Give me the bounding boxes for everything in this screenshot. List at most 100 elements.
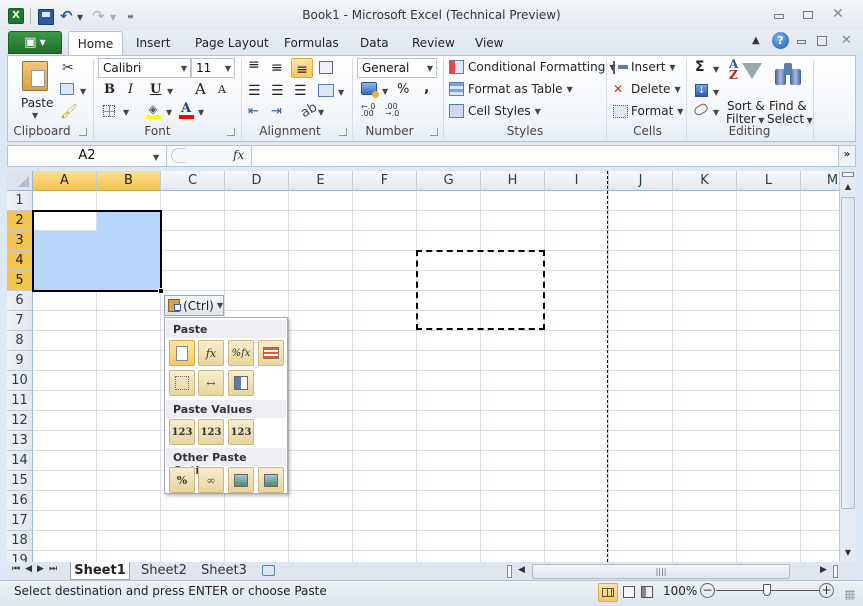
select-all-button[interactable] — [7, 171, 33, 191]
orientation-dropdown-icon[interactable]: ▼ — [318, 108, 324, 117]
zoom-out-button[interactable]: − — [700, 583, 715, 598]
transpose-icon[interactable] — [228, 370, 254, 396]
column-header-c[interactable]: C — [161, 171, 225, 191]
horizontal-scroll-thumb[interactable]: |||| — [532, 564, 790, 579]
insert-sheet-icon[interactable] — [262, 565, 275, 576]
expand-formula-bar-button[interactable]: » — [838, 146, 855, 166]
scroll-right-button[interactable]: ▶ — [820, 565, 827, 575]
first-sheet-icon[interactable]: ⏮ — [12, 564, 25, 574]
align-center-icon[interactable]: ☰ — [271, 83, 284, 99]
insert-cells-button[interactable]: Insert ▼ — [613, 60, 676, 74]
clipboard-launcher-icon[interactable] — [79, 128, 87, 136]
workbook-close-button[interactable]: ✕ — [841, 33, 852, 48]
row-header-16[interactable]: 16 — [7, 491, 33, 511]
row-header-2[interactable]: 2 — [7, 211, 33, 231]
formulas-icon[interactable]: fx — [198, 340, 224, 366]
zoom-in-button[interactable]: + — [819, 583, 834, 598]
paste-button[interactable]: Paste ▼ — [18, 59, 56, 121]
row-header-6[interactable]: 6 — [7, 291, 33, 311]
merge-dropdown-icon[interactable]: ▼ — [338, 88, 344, 97]
align-bottom-icon[interactable]: ≡ — [291, 58, 313, 78]
number-format-combo[interactable]: General ▼ — [357, 58, 437, 78]
increase-indent-icon[interactable]: ⇥ — [271, 104, 282, 119]
percent-style-button[interactable]: % — [397, 82, 409, 97]
fill-dropdown-icon[interactable]: ▼ — [713, 88, 719, 97]
sheet-tab-sheet2[interactable]: Sheet2 — [141, 563, 187, 579]
column-header-g[interactable]: G — [417, 171, 481, 191]
tab-formulas[interactable]: Formulas — [284, 36, 339, 50]
sheet-tab-sheet3[interactable]: Sheet3 — [201, 563, 247, 579]
paste-options-button[interactable]: (Ctrl) ▼ — [164, 295, 224, 316]
row-header-1[interactable]: 1 — [7, 191, 33, 211]
workbook-minimize-button[interactable] — [797, 40, 806, 44]
copy-icon[interactable] — [60, 83, 74, 95]
tab-review[interactable]: Review — [412, 36, 455, 50]
column-header-d[interactable]: D — [225, 171, 289, 191]
conditional-formatting-button[interactable]: Conditional Formatting ▼ — [449, 60, 615, 74]
paste-link-icon[interactable]: ∞ — [198, 467, 224, 493]
borders-dropdown-icon[interactable]: ▼ — [123, 108, 129, 117]
resize-grip-icon[interactable] — [845, 590, 855, 600]
row-header-18[interactable]: 18 — [7, 531, 33, 551]
insert-function-button[interactable]: fx — [233, 148, 244, 162]
merge-center-icon[interactable] — [318, 84, 334, 97]
keep-source-formatting-icon[interactable] — [258, 340, 284, 366]
underline-dropdown-icon[interactable]: ▼ — [167, 87, 173, 96]
accounting-dropdown-icon[interactable]: ▼ — [382, 87, 388, 96]
page-break-preview-button[interactable] — [641, 586, 653, 598]
tab-view[interactable]: View — [475, 36, 503, 50]
close-button[interactable]: ✕ — [832, 6, 844, 22]
align-middle-icon[interactable]: ≡ — [271, 61, 283, 75]
bold-button[interactable]: B — [104, 82, 115, 97]
keep-column-widths-icon[interactable]: ↔ — [198, 370, 224, 396]
fill-color-dropdown-icon[interactable]: ▼ — [166, 108, 172, 117]
page-layout-view-button[interactable] — [623, 586, 635, 598]
zoom-slider-thumb[interactable] — [763, 584, 771, 596]
formula-input[interactable] — [253, 146, 837, 166]
help-icon[interactable]: ? — [772, 32, 789, 49]
row-header-7[interactable]: 7 — [7, 311, 33, 331]
wrap-text-icon[interactable] — [319, 61, 333, 74]
row-header-15[interactable]: 15 — [7, 471, 33, 491]
formatting-icon[interactable]: % — [169, 467, 195, 493]
format-painter-icon[interactable]: 🖌 — [60, 104, 78, 120]
format-cells-button[interactable]: Format ▼ — [613, 104, 683, 118]
zoom-level[interactable]: 100% — [663, 584, 697, 598]
align-left-icon[interactable]: ☰ — [248, 83, 261, 99]
next-sheet-icon[interactable]: ▶ — [37, 564, 49, 574]
fill-color-icon[interactable]: ◈ — [146, 102, 161, 119]
row-header-12[interactable]: 12 — [7, 411, 33, 431]
borders-icon[interactable] — [103, 105, 115, 117]
font-launcher-icon[interactable] — [227, 128, 235, 136]
column-header-j[interactable]: J — [609, 171, 673, 191]
scroll-left-button[interactable]: ◀ — [518, 565, 525, 575]
font-color-icon[interactable]: A — [179, 101, 194, 119]
file-button[interactable]: ▣ ▼ — [8, 31, 62, 54]
tab-page-layout[interactable]: Page Layout — [195, 36, 269, 50]
column-header-h[interactable]: H — [481, 171, 545, 191]
font-size-combo[interactable]: 11 ▼ — [191, 58, 235, 78]
minimize-button[interactable] — [774, 14, 784, 19]
column-header-i[interactable]: I — [545, 171, 609, 191]
scroll-down-button[interactable]: ▼ — [840, 545, 856, 561]
vertical-scrollbar[interactable]: ▲ ▼ — [839, 171, 856, 562]
workbook-restore-button[interactable] — [817, 36, 827, 46]
fill-handle[interactable] — [158, 288, 164, 294]
scroll-up-button[interactable]: ▲ — [840, 179, 856, 195]
row-header-3[interactable]: 3 — [7, 231, 33, 251]
row-header-4[interactable]: 4 — [7, 251, 33, 271]
sort-filter-button[interactable]: AZ Sort & Filter ▼ — [725, 58, 765, 126]
column-header-e[interactable]: E — [289, 171, 353, 191]
formulas-number-format-icon[interactable]: %fx — [228, 340, 254, 366]
format-as-table-button[interactable]: Format as Table ▼ — [449, 82, 573, 96]
horizontal-split-box[interactable] — [833, 565, 838, 578]
delete-cells-button[interactable]: ✕ Delete ▼ — [613, 82, 681, 96]
prev-sheet-icon[interactable]: ◀ — [25, 564, 37, 574]
last-sheet-icon[interactable]: ⏭ — [49, 564, 62, 574]
align-top-icon[interactable]: ≡ — [248, 58, 260, 72]
font-name-combo[interactable]: Calibri ▼ — [98, 58, 191, 78]
decrease-decimal-icon[interactable]: .00 →.0 — [385, 103, 403, 118]
maximize-button[interactable] — [803, 11, 813, 19]
row-header-9[interactable]: 9 — [7, 351, 33, 371]
increase-decimal-icon[interactable]: ←.0.00 — [361, 103, 379, 118]
